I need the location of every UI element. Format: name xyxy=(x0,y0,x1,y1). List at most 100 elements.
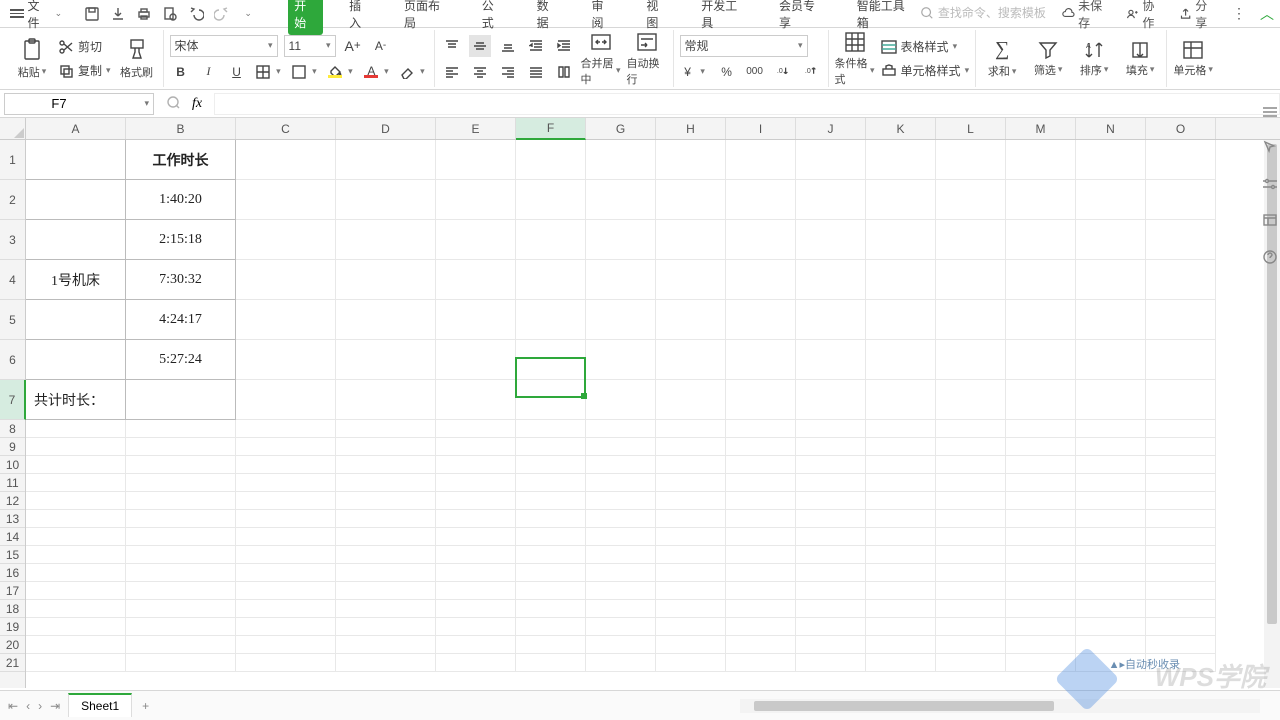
orientation-icon[interactable] xyxy=(553,61,575,83)
cell[interactable] xyxy=(726,180,796,220)
cell[interactable] xyxy=(1076,340,1146,380)
cell[interactable] xyxy=(436,492,516,510)
cell[interactable] xyxy=(656,636,726,654)
cell[interactable] xyxy=(936,582,1006,600)
cell[interactable] xyxy=(726,260,796,300)
cell[interactable] xyxy=(726,564,796,582)
cell[interactable] xyxy=(656,474,726,492)
column-header[interactable]: M xyxy=(1006,118,1076,139)
cell[interactable] xyxy=(336,180,436,220)
cell-style-button[interactable]: 单元格样式▾ xyxy=(881,61,970,81)
cell[interactable] xyxy=(516,380,586,420)
indent-increase-icon[interactable] xyxy=(553,35,575,57)
cell[interactable] xyxy=(436,456,516,474)
cell[interactable] xyxy=(796,474,866,492)
cell[interactable] xyxy=(796,600,866,618)
row-header[interactable]: 14 xyxy=(0,528,25,546)
cell[interactable] xyxy=(516,528,586,546)
cell[interactable] xyxy=(656,340,726,380)
cell[interactable] xyxy=(126,564,236,582)
next-sheet-icon[interactable]: › xyxy=(38,699,42,713)
cell[interactable] xyxy=(436,180,516,220)
cell[interactable] xyxy=(656,654,726,672)
cell[interactable] xyxy=(236,420,336,438)
cell[interactable] xyxy=(336,220,436,260)
cell[interactable] xyxy=(936,220,1006,260)
cell[interactable] xyxy=(436,260,516,300)
cell[interactable] xyxy=(936,600,1006,618)
cell[interactable] xyxy=(1076,380,1146,420)
save-icon[interactable] xyxy=(84,6,100,22)
fill-button[interactable]: 填充▾ xyxy=(1120,40,1160,78)
cell[interactable] xyxy=(26,474,126,492)
cell[interactable] xyxy=(516,654,586,672)
cell[interactable] xyxy=(586,618,656,636)
cell[interactable] xyxy=(586,510,656,528)
cell[interactable] xyxy=(656,600,726,618)
align-middle-icon[interactable] xyxy=(469,35,491,57)
cell[interactable] xyxy=(26,140,126,180)
cell[interactable] xyxy=(126,380,236,420)
cell[interactable] xyxy=(726,140,796,180)
cell[interactable] xyxy=(336,260,436,300)
column-header[interactable]: I xyxy=(726,118,796,139)
cell[interactable] xyxy=(336,340,436,380)
paste-button[interactable]: 粘贴▾ xyxy=(12,38,52,80)
cell[interactable] xyxy=(516,220,586,260)
cell[interactable] xyxy=(866,654,936,672)
cell[interactable] xyxy=(796,380,866,420)
cell[interactable] xyxy=(866,618,936,636)
undo-icon[interactable] xyxy=(188,6,204,22)
column-header[interactable]: B xyxy=(126,118,236,139)
cell[interactable] xyxy=(1076,528,1146,546)
cell[interactable] xyxy=(1076,654,1146,672)
wrap-text-button[interactable]: 自动换行 xyxy=(627,31,667,87)
column-header[interactable]: G xyxy=(586,118,656,139)
cell[interactable] xyxy=(236,300,336,340)
cell[interactable]: 工作时长 xyxy=(126,140,236,180)
cell[interactable] xyxy=(726,654,796,672)
table-style-button[interactable]: 表格样式▾ xyxy=(881,37,970,57)
cell[interactable] xyxy=(656,456,726,474)
cell[interactable] xyxy=(586,654,656,672)
cell[interactable] xyxy=(336,510,436,528)
cell[interactable] xyxy=(586,564,656,582)
cell[interactable] xyxy=(656,546,726,564)
cell[interactable] xyxy=(1006,180,1076,220)
add-sheet-button[interactable]: + xyxy=(132,699,159,713)
row-header[interactable]: 6 xyxy=(0,340,25,380)
cell[interactable] xyxy=(236,380,336,420)
cell[interactable] xyxy=(1146,438,1216,456)
cell[interactable] xyxy=(516,260,586,300)
format-painter-button[interactable]: 格式刷 xyxy=(117,38,157,80)
align-center-icon[interactable] xyxy=(469,61,491,83)
formula-input[interactable] xyxy=(214,93,1280,115)
cell[interactable] xyxy=(236,180,336,220)
cell[interactable] xyxy=(586,380,656,420)
cell[interactable] xyxy=(1146,474,1216,492)
cell[interactable] xyxy=(726,582,796,600)
cell[interactable] xyxy=(1146,528,1216,546)
decrease-font-icon[interactable]: A- xyxy=(370,35,392,57)
cell[interactable] xyxy=(936,300,1006,340)
column-header[interactable]: A xyxy=(26,118,126,139)
row-header[interactable]: 1 xyxy=(0,140,25,180)
cell[interactable] xyxy=(26,220,126,260)
cell[interactable] xyxy=(866,636,936,654)
cell[interactable] xyxy=(936,636,1006,654)
cell[interactable] xyxy=(866,600,936,618)
cell[interactable] xyxy=(866,220,936,260)
cell[interactable] xyxy=(936,340,1006,380)
clear-format-button[interactable]: ▾ xyxy=(398,61,428,83)
command-search[interactable] xyxy=(920,6,1048,21)
cell[interactable] xyxy=(436,420,516,438)
cell[interactable] xyxy=(866,420,936,438)
hamburger-icon[interactable] xyxy=(1263,104,1277,122)
number-format-select[interactable]: 常规▾ xyxy=(680,35,808,57)
cell[interactable] xyxy=(436,300,516,340)
collapse-ribbon-icon[interactable]: ︿ xyxy=(1260,4,1274,24)
cell[interactable] xyxy=(586,438,656,456)
cell[interactable] xyxy=(586,456,656,474)
cell[interactable] xyxy=(236,618,336,636)
size-select[interactable]: 11▾ xyxy=(284,35,336,57)
